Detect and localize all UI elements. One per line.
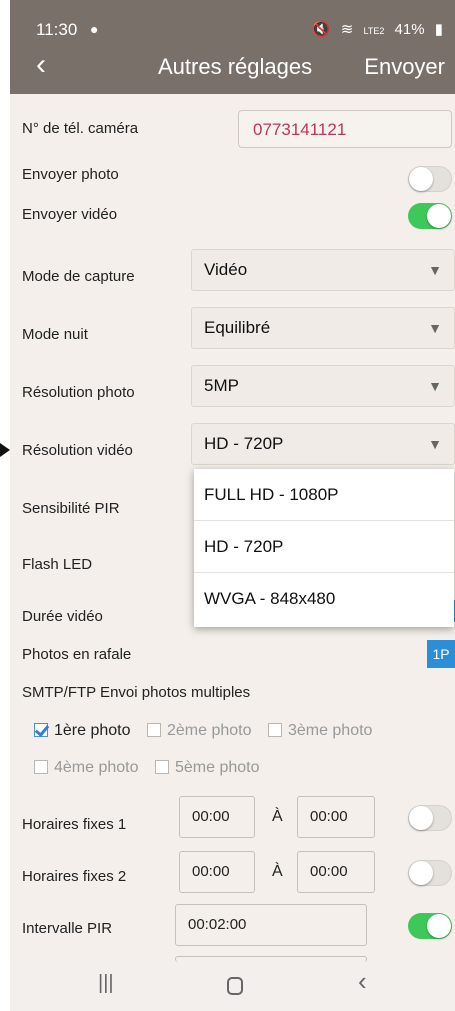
app-bar: ‹ Autres réglages Envoyer xyxy=(10,40,455,94)
status-icons: 🔇 ≋ LTE2 41% ▮ xyxy=(306,20,443,38)
photo-2-checkbox[interactable] xyxy=(146,723,161,737)
mute-icon: 🔇 xyxy=(311,21,331,38)
photo-5-label: 5ème photo xyxy=(174,759,260,776)
night-mode-label: Mode nuit xyxy=(22,326,88,343)
capture-mode-value: Vidéo xyxy=(204,260,248,279)
fixed-schedule-2-toggle[interactable] xyxy=(408,860,452,886)
burst-value-badge: 1P xyxy=(427,640,455,668)
camera-phone-label: N° de tél. caméra xyxy=(22,120,139,137)
photo-resolution-value: 5MP xyxy=(204,376,239,395)
photo-1-label: 1ère photo xyxy=(54,722,131,739)
photo-3-checkbox[interactable] xyxy=(267,723,282,737)
photo-checks-row-2: 4ème photo 5ème photo xyxy=(32,759,269,777)
dropdown-arrow-icon: ▼ xyxy=(428,436,442,452)
fixed-schedule-2-label: Horaires fixes 2 xyxy=(22,868,127,885)
pir-interval-label: Intervalle PIR xyxy=(22,920,113,937)
toggle-knob xyxy=(427,914,451,938)
system-nav-bar: ||| ‹ xyxy=(10,962,455,1011)
photo-4-label: 4ème photo xyxy=(54,759,139,776)
fixed-schedule-1-label: Horaires fixes 1 xyxy=(22,816,127,833)
toggle-knob xyxy=(409,167,433,191)
camera-phone-input[interactable]: 0773141121 xyxy=(238,110,452,148)
capture-mode-label: Mode de capture xyxy=(22,268,135,285)
toggle-knob xyxy=(409,806,433,830)
video-duration-label: Durée vidéo xyxy=(22,608,103,625)
pir-interval-input[interactable]: 00:02:00 xyxy=(175,904,367,946)
send-video-label: Envoyer vidéo xyxy=(22,206,118,223)
dropdown-arrow-icon: ▼ xyxy=(428,378,442,394)
dropdown-option[interactable]: WVGA - 848x480 xyxy=(194,573,454,625)
photo-resolution-label: Résolution photo xyxy=(22,384,135,401)
recent-apps-icon[interactable]: ||| xyxy=(98,972,114,995)
fixed-schedule-2-end[interactable]: 00:00 xyxy=(297,851,375,893)
battery-icon: ▮ xyxy=(434,21,443,38)
send-video-toggle[interactable] xyxy=(408,203,452,229)
chat-bubble-icon: ● xyxy=(90,21,99,37)
pir-sensitivity-label: Sensibilité PIR xyxy=(22,500,120,517)
home-icon[interactable] xyxy=(227,977,243,995)
photo-3-label: 3ème photo xyxy=(287,722,373,739)
fixed-schedule-1-end[interactable]: 00:00 xyxy=(297,796,375,838)
video-resolution-select[interactable]: HD - 720P ▼ xyxy=(191,423,455,465)
toggle-knob xyxy=(409,861,433,885)
send-photo-toggle[interactable] xyxy=(408,166,452,192)
video-resolution-dropdown: FULL HD - 1080P HD - 720P WVGA - 848x480 xyxy=(194,469,454,627)
photo-5-checkbox[interactable] xyxy=(154,760,169,774)
fixed-schedule-2-separator: À xyxy=(272,863,283,880)
dropdown-arrow-icon: ▼ xyxy=(428,320,442,336)
smtp-multiple-label: SMTP/FTP Envoi photos multiples xyxy=(22,684,251,701)
photo-4-checkbox[interactable] xyxy=(34,760,48,774)
flash-led-label: Flash LED xyxy=(22,556,93,573)
network-label: LTE2 xyxy=(363,26,385,36)
pir-interval-toggle[interactable] xyxy=(408,913,452,939)
dropdown-option[interactable]: HD - 720P xyxy=(194,521,454,573)
video-resolution-label: Résolution vidéo xyxy=(22,442,133,459)
night-mode-select[interactable]: Equilibré ▼ xyxy=(191,307,455,349)
nav-back-icon[interactable]: ‹ xyxy=(358,966,367,997)
fixed-schedule-2-start[interactable]: 00:00 xyxy=(179,851,255,893)
night-mode-value: Equilibré xyxy=(204,318,271,337)
send-button[interactable]: Envoyer xyxy=(364,54,445,80)
status-time: 11:30 xyxy=(36,20,78,39)
photo-2-label: 2ème photo xyxy=(166,722,252,739)
page-title: Autres réglages xyxy=(158,54,313,79)
send-photo-label: Envoyer photo xyxy=(22,166,119,183)
battery-percent: 41% xyxy=(394,21,425,38)
burst-photos-label: Photos en rafale xyxy=(22,646,132,663)
fixed-schedule-1-separator: À xyxy=(272,808,283,825)
dropdown-option[interactable]: FULL HD - 1080P xyxy=(194,469,454,521)
fixed-schedule-1-start[interactable]: 00:00 xyxy=(179,796,255,838)
capture-mode-select[interactable]: Vidéo ▼ xyxy=(191,249,455,291)
photo-1-checkbox[interactable] xyxy=(34,723,48,737)
toggle-knob xyxy=(427,204,451,228)
fixed-schedule-1-toggle[interactable] xyxy=(408,805,452,831)
photo-resolution-select[interactable]: 5MP ▼ xyxy=(191,365,455,407)
pointer-arrow-icon xyxy=(0,443,10,457)
video-resolution-value: HD - 720P xyxy=(204,434,284,453)
back-icon[interactable]: ‹ xyxy=(36,50,46,80)
photo-checks-row-1: 1ère photo 2ème photo 3ème photo xyxy=(32,722,382,740)
wifi-icon: ≋ xyxy=(340,21,354,38)
dropdown-arrow-icon: ▼ xyxy=(428,262,442,278)
